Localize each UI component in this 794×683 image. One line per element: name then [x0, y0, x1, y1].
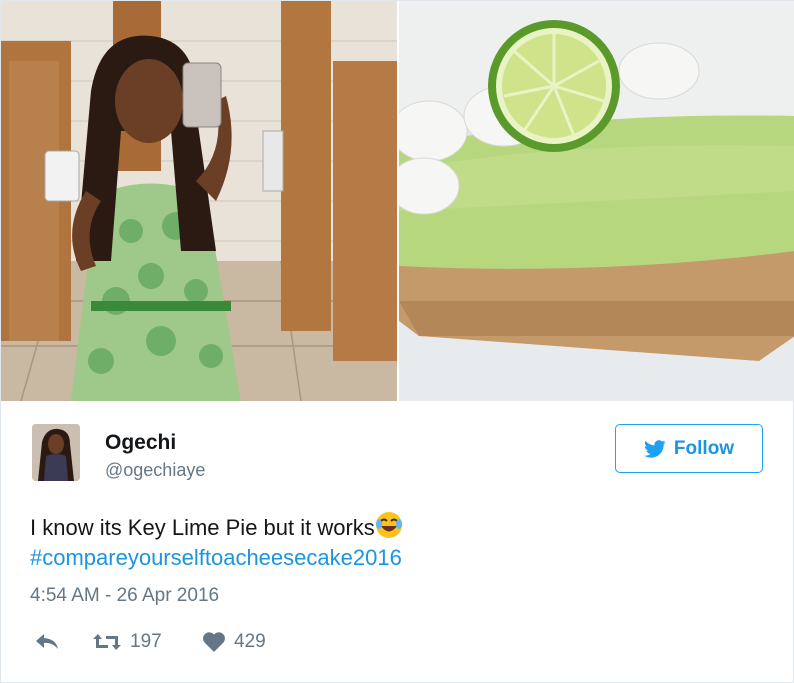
tweet-timestamp[interactable]: 4:54 AM - 26 Apr 2016	[30, 585, 219, 607]
follow-label: Follow	[673, 437, 735, 459]
key-lime-pie-photo[interactable]	[399, 1, 794, 401]
like-count: 429	[234, 631, 266, 652]
retweet-count: 197	[130, 631, 162, 652]
follow-button[interactable]: Follow	[615, 424, 763, 473]
avatar[interactable]	[32, 424, 80, 481]
retweet-icon	[93, 634, 121, 650]
tweet-media[interactable]	[1, 1, 794, 401]
face-with-tears-of-joy-emoji	[375, 511, 403, 539]
retweet-button[interactable]: 197	[92, 625, 162, 659]
tweet-text-body: I know its Key Lime Pie but it works	[30, 515, 375, 540]
user-display-name[interactable]: Ogechi	[105, 431, 176, 455]
tweet-card: Ogechi @ogechiaye Follow I know its Key …	[0, 0, 794, 683]
twitter-bird-icon	[644, 439, 666, 458]
reply-icon	[36, 634, 58, 649]
heart-icon	[203, 632, 225, 652]
user-handle[interactable]: @ogechiaye	[105, 460, 205, 481]
selfie-photo[interactable]	[1, 1, 397, 401]
hashtag-link[interactable]: #compareyourselftoacheesecake2016	[30, 543, 402, 573]
tweet-actions: 197 429	[30, 625, 430, 659]
tweet-text: I know its Key Lime Pie but it works	[30, 511, 403, 543]
like-button[interactable]: 429	[202, 625, 266, 659]
reply-button[interactable]	[34, 625, 60, 659]
